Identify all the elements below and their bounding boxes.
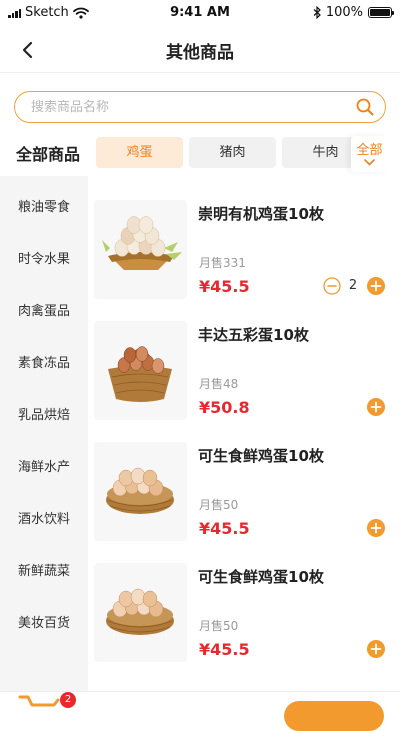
product-name: 崇明有机鸡蛋10枚 bbox=[198, 205, 324, 223]
product-sales: 月售48 bbox=[199, 377, 239, 391]
product-list: 崇明有机鸡蛋10枚 月售331 ¥45.5 2 丰达五彩蛋10枚 月售48 ¥5… bbox=[88, 176, 400, 691]
bluetooth-icon bbox=[313, 6, 321, 19]
status-bar: Sketch 9:41 AM 100% bbox=[0, 0, 400, 26]
chip-pork[interactable]: 猪肉 bbox=[189, 137, 276, 168]
search-input[interactable] bbox=[29, 92, 353, 123]
product-price: ¥50.8 bbox=[199, 398, 250, 417]
add-icon[interactable] bbox=[367, 519, 385, 537]
search-bar bbox=[14, 91, 386, 123]
product-card[interactable]: 丰达五彩蛋10枚 月售48 ¥50.8 bbox=[88, 297, 400, 420]
category-chips: 鸡蛋 猪肉 牛肉 bbox=[96, 137, 356, 170]
add-icon[interactable] bbox=[367, 277, 385, 295]
cart-icon[interactable] bbox=[18, 694, 60, 708]
product-image bbox=[94, 321, 187, 420]
add-icon[interactable] bbox=[367, 640, 385, 658]
product-name: 可生食鲜鸡蛋10枚 bbox=[198, 447, 324, 465]
sidebar-item-frozen[interactable]: 素食冻品 bbox=[0, 338, 88, 390]
product-card[interactable]: 可生食鲜鸡蛋10枚 月售50 ¥45.5 bbox=[88, 418, 400, 541]
sidebar-item-vegetables[interactable]: 新鲜蔬菜 bbox=[0, 546, 88, 598]
product-price: ¥45.5 bbox=[199, 640, 250, 659]
battery-icon bbox=[368, 7, 394, 18]
sidebar-item-meat-eggs[interactable]: 肉禽蛋品 bbox=[0, 286, 88, 338]
search-icon[interactable] bbox=[355, 97, 375, 117]
sidebar-item-beauty[interactable]: 美妆百货 bbox=[0, 598, 88, 650]
product-sales: 月售50 bbox=[199, 619, 239, 633]
product-name: 可生食鲜鸡蛋10枚 bbox=[198, 568, 324, 586]
product-card[interactable]: 可生食鲜鸡蛋10枚 月售50 ¥45.5 bbox=[88, 539, 400, 662]
chip-eggs[interactable]: 鸡蛋 bbox=[96, 137, 183, 168]
status-right: 100% bbox=[313, 5, 394, 20]
chevron-down-icon bbox=[364, 159, 375, 166]
sidebar-item-grain-snacks[interactable]: 粮油零食 bbox=[0, 182, 88, 234]
category-sidebar: 粮油零食 时令水果 肉禽蛋品 素食冻品 乳品烘焙 海鲜水产 酒水饮料 新鲜蔬菜 … bbox=[0, 176, 88, 691]
product-image bbox=[94, 442, 187, 541]
product-sales: 月售50 bbox=[199, 498, 239, 512]
quantity-value: 2 bbox=[348, 278, 358, 293]
page-title: 其他商品 bbox=[166, 43, 234, 63]
all-categories-label: 全部 bbox=[356, 143, 383, 158]
product-name: 丰达五彩蛋10枚 bbox=[198, 326, 309, 344]
sidebar-item-drinks[interactable]: 酒水饮料 bbox=[0, 494, 88, 546]
all-goods-title: 全部商品 bbox=[16, 145, 81, 164]
product-card[interactable]: 崇明有机鸡蛋10枚 月售331 ¥45.5 2 bbox=[88, 176, 400, 299]
all-categories-dropdown[interactable]: 全部 bbox=[351, 136, 388, 172]
sidebar-item-dairy-bakery[interactable]: 乳品烘焙 bbox=[0, 390, 88, 442]
product-image bbox=[94, 563, 187, 662]
product-price: ¥45.5 bbox=[199, 519, 250, 538]
sidebar-item-fruit[interactable]: 时令水果 bbox=[0, 234, 88, 286]
chip-beef[interactable]: 牛肉 bbox=[282, 137, 356, 168]
sidebar-item-seafood[interactable]: 海鲜水产 bbox=[0, 442, 88, 494]
add-icon[interactable] bbox=[367, 398, 385, 416]
product-sales: 月售331 bbox=[199, 256, 246, 270]
cart-count-badge: 2 bbox=[60, 692, 76, 708]
navigation-bar: 其他商品 bbox=[0, 26, 400, 73]
checkout-button[interactable] bbox=[284, 701, 384, 731]
product-image bbox=[94, 200, 187, 299]
product-price: ¥45.5 bbox=[199, 277, 250, 296]
battery-percent: 100% bbox=[325, 5, 363, 20]
minus-icon[interactable] bbox=[323, 277, 341, 295]
